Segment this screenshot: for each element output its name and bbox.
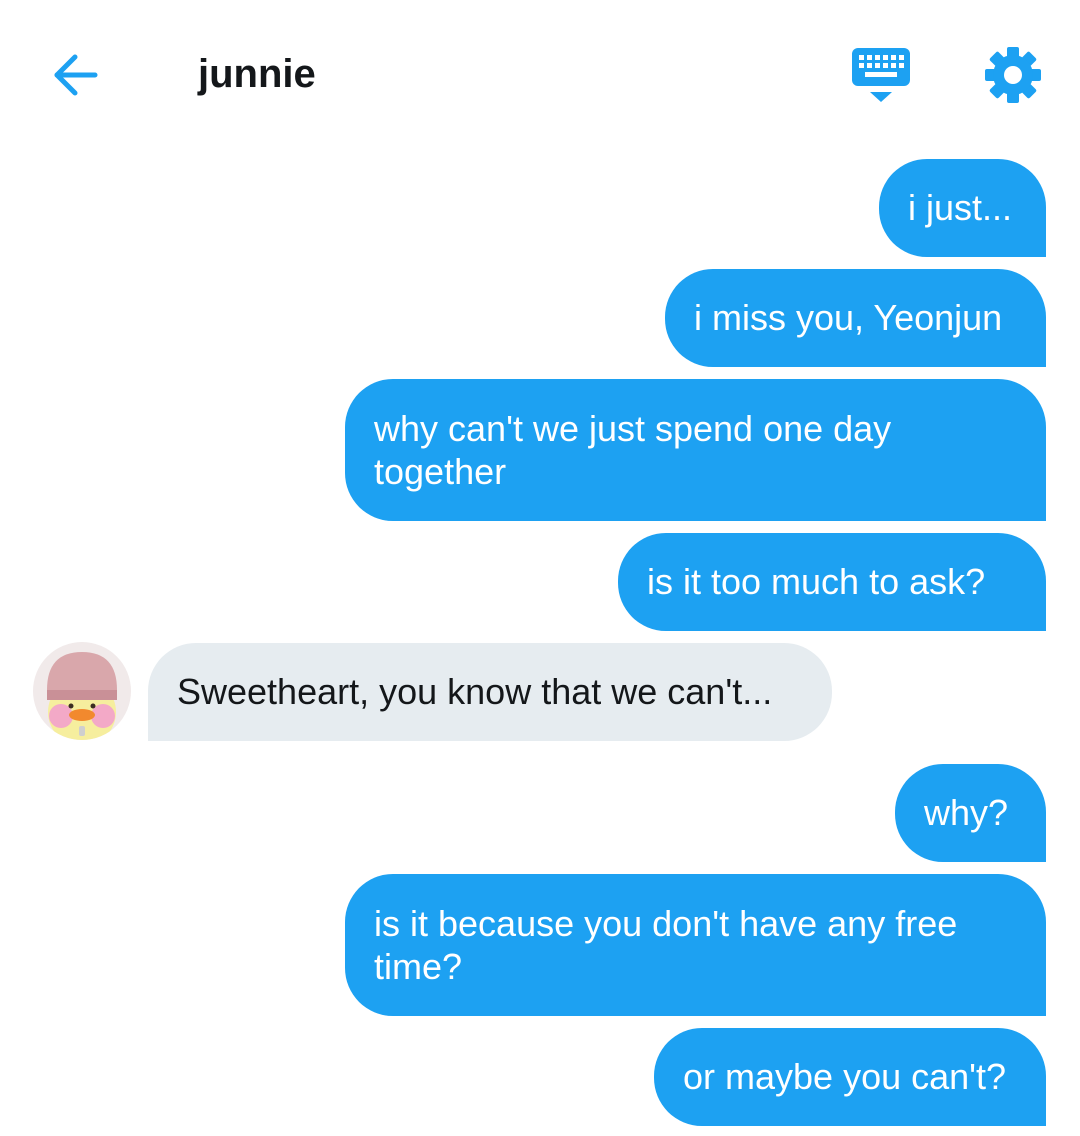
gear-icon [985,47,1041,103]
conversation-title: junnie [198,52,316,96]
message-text: i miss you, Yeonjun [694,297,1003,338]
message-text-line: is it because you don't have any free [374,903,958,944]
message-text: Sweetheart, you know that we can't... [177,671,773,712]
message-bubble-sent[interactable]: is it too much to ask? [618,533,1046,631]
message-bubble-sent[interactable]: i just... [879,159,1046,257]
message-text-line: together [374,451,507,492]
message-bubble-sent[interactable]: why? [895,764,1046,862]
message-bubble-sent[interactable]: why can't we just spend one day together [345,379,1046,521]
message-text-line: time? [374,946,463,987]
message-text-line: why can't we just spend one day [374,408,892,449]
message-bubble-sent[interactable]: is it because you don't have any free ti… [345,874,1046,1016]
settings-button[interactable] [982,44,1044,106]
keyboard-toggle-button[interactable] [848,44,914,106]
top-bar: junnie [0,0,1080,150]
message-bubble-sent[interactable]: or maybe you can't? [654,1028,1046,1126]
message-text: why? [924,792,1009,833]
duck-avatar-image [33,642,131,740]
contact-avatar[interactable] [33,642,131,740]
message-text: is it too much to ask? [647,561,986,602]
message-bubble-sent[interactable]: i miss you, Yeonjun [665,269,1046,367]
arrow-left-icon [54,54,98,96]
keyboard-icon [852,48,910,102]
message-text: i just... [908,187,1013,228]
message-bubble-received[interactable]: Sweetheart, you know that we can't... [148,643,832,741]
back-button[interactable] [46,46,104,104]
message-text: or maybe you can't? [683,1056,1007,1097]
